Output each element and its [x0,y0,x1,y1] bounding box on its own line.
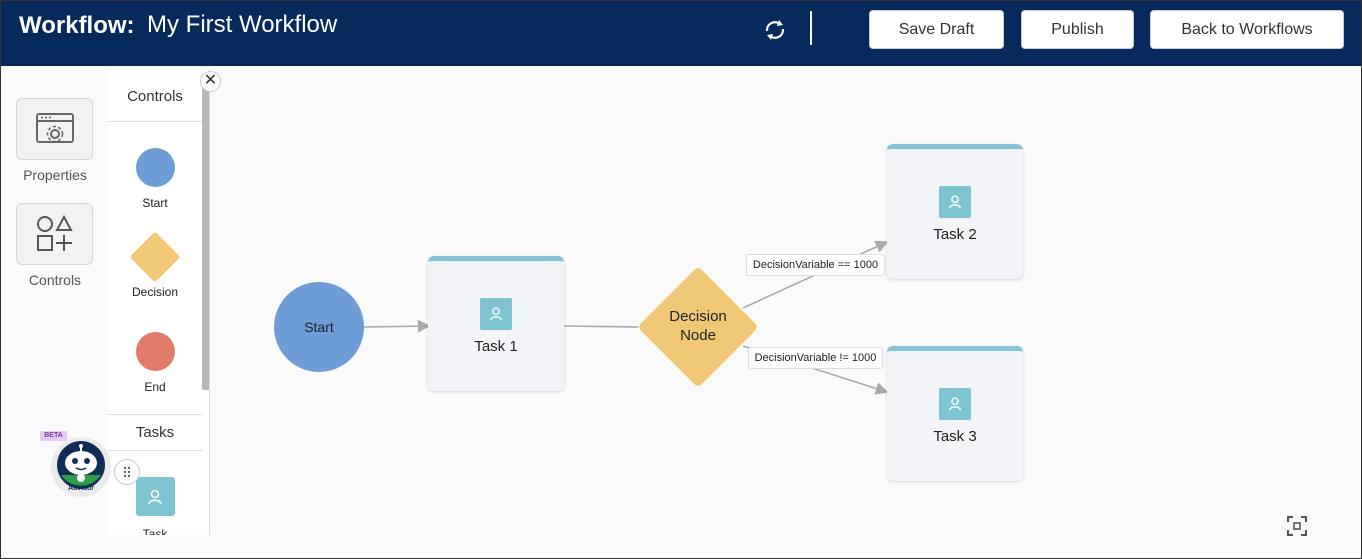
task2-label: Task 2 [933,226,977,243]
edge-start-task1[interactable] [363,319,431,333]
edge-task1-decision[interactable] [563,325,639,328]
task2-icon [939,186,971,218]
top-header: Workflow: My First Workflow Save Draft P… [1,1,1361,66]
advisor-drag-handle[interactable] [114,459,140,485]
advisor-button[interactable]: Advisor [51,437,117,497]
task1-label: Task 1 [474,338,518,355]
save-draft-button[interactable]: Save Draft [869,10,1004,49]
decision-label-line1: Decision [669,308,727,325]
workflow-label: Workflow: [19,12,135,39]
close-palette-button[interactable]: ✕ [200,71,221,92]
task2-node[interactable]: Task 2 [887,144,1023,279]
decision-node-label[interactable]: Decision Node [648,307,748,345]
fit-screen-icon[interactable] [1286,515,1308,537]
start-node[interactable]: Start [274,282,364,372]
app-window: Workflow: My First Workflow Save Draft P… [0,0,1362,559]
edge-label-true[interactable]: DecisionVariable == 1000 [746,254,885,276]
task1-icon [480,298,512,330]
task3-node[interactable]: Task 3 [887,346,1023,481]
user-icon [489,307,503,321]
back-to-workflows-button[interactable]: Back to Workflows [1150,10,1344,49]
task1-node[interactable]: Task 1 [428,256,564,391]
beta-badge: BETA [40,431,67,441]
decision-label-line2: Node [680,327,716,344]
edge-label-false[interactable]: DecisionVariable != 1000 [748,347,883,369]
workflow-canvas[interactable]: Properties Controls Controls Start Decis… [1,66,1361,558]
advisor-label: Advisor [67,485,95,492]
workflow-name[interactable]: My First Workflow [147,11,337,39]
drag-handle-icon [123,466,131,478]
user-icon [948,195,962,209]
sync-icon[interactable] [761,16,789,44]
user-icon [948,397,962,411]
close-icon: ✕ [203,72,218,89]
task3-icon [939,388,971,420]
publish-button[interactable]: Publish [1021,10,1134,49]
header-divider [810,11,812,45]
task3-label: Task 3 [933,428,977,445]
